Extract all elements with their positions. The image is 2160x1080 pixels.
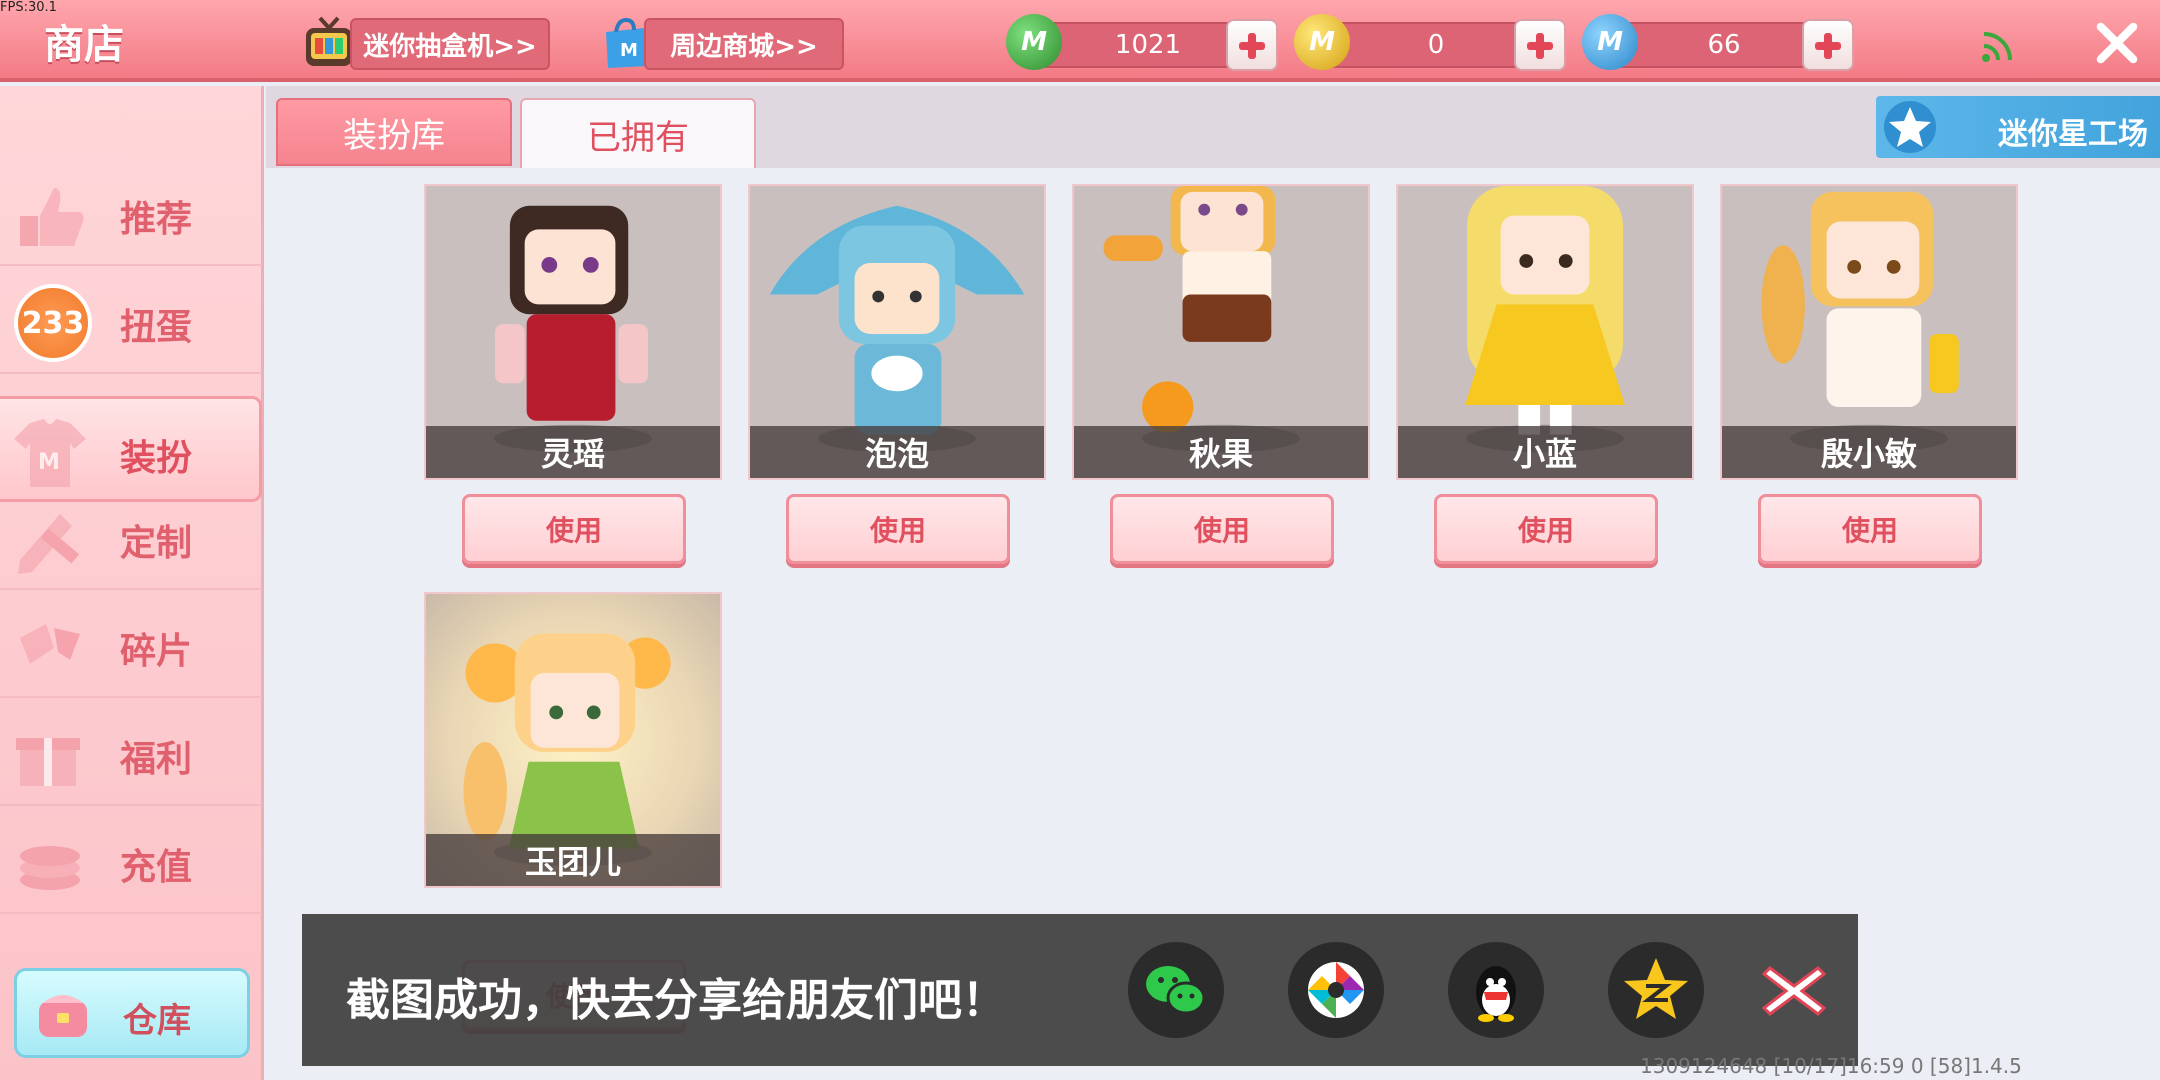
tab-outfit-library[interactable]: 装扮库 [276,98,512,166]
warehouse-icon [39,995,87,1037]
skin-card[interactable]: 秋果 [1072,184,1370,480]
gift-icon [16,738,80,786]
skin-name: 小蓝 [1398,426,1692,478]
fragments-icon [20,624,80,664]
screenshot-share-toast: 截图成功，快去分享给朋友们吧！ [302,914,1858,1066]
close-shop-icon[interactable] [2090,16,2144,70]
use-button[interactable]: 使用 [1110,494,1334,564]
use-button[interactable]: 使用 [462,494,686,564]
sidebar-item-recharge[interactable]: 充值 [0,808,262,914]
gacha-count-badge: 233 [14,284,92,362]
toast-message: 截图成功，快去分享给朋友们吧！ [346,975,1006,1026]
warehouse-button[interactable]: 仓库 [14,968,250,1058]
sidebar-item-fragments[interactable]: 碎片 [0,592,262,698]
skin-card[interactable]: 灵瑶 [424,184,722,480]
share-moments-button[interactable] [1288,942,1384,1038]
shop-title: 商店 [44,22,124,68]
signal-icon [1982,32,2012,62]
thumbs-up-icon [20,188,84,246]
use-button[interactable]: 使用 [1758,494,1982,564]
pencil-ruler-icon [18,514,80,574]
gold-coin-icon: M [1294,14,1350,70]
build-info: 1309124648 [10/17]16:59 0 [58]1.4.5 [1640,1054,2022,1078]
coin-stack-icon [20,846,80,890]
shirt-icon: M [14,419,86,487]
add-blue-coin-button[interactable] [1802,19,1854,71]
moments-icon [1308,962,1364,1018]
star-workshop-button[interactable]: 迷你星工场 [1876,96,2160,158]
blue-coin-icon: M [1582,14,1638,70]
sidebar-item-label: 福利 [120,739,193,780]
svg-text:M: M [620,40,638,61]
sidebar-item-recommend[interactable]: 推荐 [0,160,262,266]
sidebar-item-label: 推荐 [120,199,193,240]
skin-name: 殷小敏 [1722,426,2016,478]
sidebar-item-label: 扭蛋 [120,307,193,348]
skin-name: 玉团儿 [426,834,720,886]
add-green-coin-button[interactable] [1226,19,1278,71]
skin-name: 灵瑶 [426,426,720,478]
sidebar: 推荐 233 扭蛋 M 装扮 定制 碎片 福利 充值 仓库 [0,86,264,1080]
skin-card[interactable]: 泡泡 [748,184,1046,480]
sidebar-item-label: 充值 [120,847,193,888]
sidebar-item-label: 碎片 [120,631,193,672]
use-button[interactable]: 使用 [1434,494,1658,564]
skin-card[interactable]: 小蓝 [1396,184,1694,480]
close-toast-icon[interactable] [1762,964,1826,1018]
share-qq-button[interactable] [1448,942,1544,1038]
qzone-star-icon [1624,958,1688,1019]
fps-counter: FPS:30.1 [0,0,57,15]
wechat-icon [1146,966,1206,1015]
qq-penguin-icon [1476,966,1516,1022]
skin-name: 泡泡 [750,426,1044,478]
tabs-bar: 装扮库 已拥有 迷你星工场 [266,86,2160,168]
mall-button[interactable]: 周边商城>> [644,18,844,70]
skin-card[interactable]: 玉团儿 [424,592,722,888]
green-coin-icon: M [1006,14,1062,70]
blindbox-button[interactable]: 迷你抽盒机>> [350,18,550,70]
star-icon [1884,101,1936,153]
sidebar-item-gacha[interactable]: 233 扭蛋 [0,268,262,374]
sidebar-item-custom[interactable]: 定制 [0,484,262,590]
skin-name: 秋果 [1074,426,1368,478]
skin-card[interactable]: 殷小敏 [1720,184,2018,480]
tab-owned[interactable]: 已拥有 [520,98,756,168]
sidebar-item-label: 定制 [120,523,193,564]
warehouse-label: 仓库 [123,1001,191,1041]
top-bar: 商店 迷你抽盒机>> M 周边商城>> 1021 M 0 M 66 M [0,0,2160,82]
share-wechat-button[interactable] [1128,942,1224,1038]
use-button[interactable]: 使用 [786,494,1010,564]
star-workshop-label: 迷你星工场 [1998,117,2148,152]
sidebar-item-label: 装扮 [120,438,193,479]
svg-text:M: M [38,450,60,475]
share-qzone-button[interactable] [1608,942,1704,1038]
sidebar-item-welfare[interactable]: 福利 [0,700,262,806]
add-gold-coin-button[interactable] [1514,19,1566,71]
